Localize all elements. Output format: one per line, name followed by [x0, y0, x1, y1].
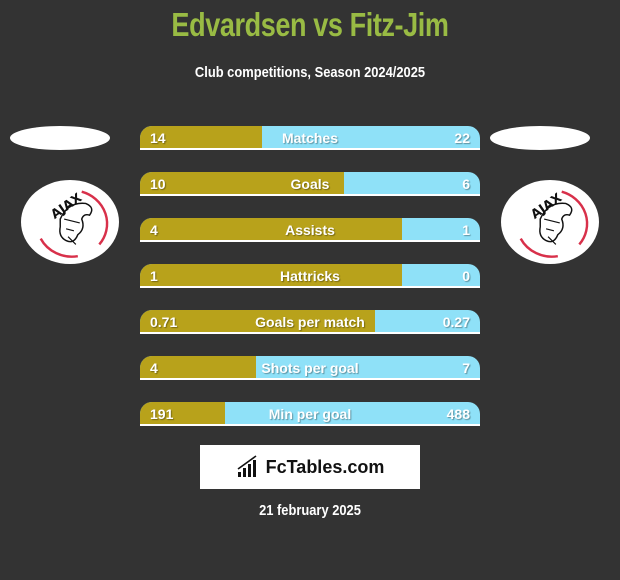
stat-row-assists[interactable]: 4 Assists 1	[140, 218, 480, 242]
right-value: 1	[462, 222, 470, 238]
stat-label: Assists	[285, 222, 335, 238]
right-value: 6	[462, 176, 470, 192]
stat-row-shots-per-goal[interactable]: 4 Shots per goal 7	[140, 356, 480, 380]
right-value: 22	[454, 130, 470, 146]
right-value: 488	[446, 406, 470, 422]
right-value: 7	[462, 360, 470, 376]
right-player-placeholder	[490, 126, 590, 150]
bar-chart-icon	[237, 455, 257, 477]
stat-label: Goals	[290, 176, 330, 192]
stat-row-goals-per-match[interactable]: 0.71 Goals per match 0.27	[140, 310, 480, 334]
left-player-placeholder	[10, 126, 110, 150]
logo-text: AJAX	[48, 190, 85, 222]
stat-row-matches[interactable]: 14 Matches 22	[140, 126, 480, 150]
stat-row-hattricks[interactable]: 1 Hattricks 0	[140, 264, 480, 288]
stat-label: Shots per goal	[261, 360, 359, 376]
page-title: Edvardsen vs Fitz-Jim	[171, 6, 449, 43]
ajax-logo-icon: AJAX	[39, 190, 109, 258]
brand-name: FcTables.com	[265, 456, 385, 477]
left-team-logo[interactable]: AJAX	[21, 180, 119, 264]
ajax-logo-icon: AJAX	[519, 190, 589, 258]
right-value: 0	[462, 268, 470, 284]
brand-banner[interactable]: FcTables.com	[200, 445, 420, 489]
date-label: 21 february 2025	[259, 502, 361, 519]
right-team-logo[interactable]: AJAX	[501, 180, 599, 264]
stat-row-goals[interactable]: 10 Goals 6	[140, 172, 480, 196]
stat-row-min-per-goal[interactable]: 191 Min per goal 488	[140, 402, 480, 426]
stat-label: Matches	[281, 130, 339, 146]
stat-label: Hattricks	[280, 268, 340, 284]
stat-label: Min per goal	[268, 406, 352, 422]
right-value: 0.27	[442, 314, 470, 330]
page-subtitle: Club competitions, Season 2024/2025	[194, 64, 426, 81]
stat-label: Goals per match	[255, 314, 365, 330]
logo-text: AJAX	[528, 190, 565, 222]
